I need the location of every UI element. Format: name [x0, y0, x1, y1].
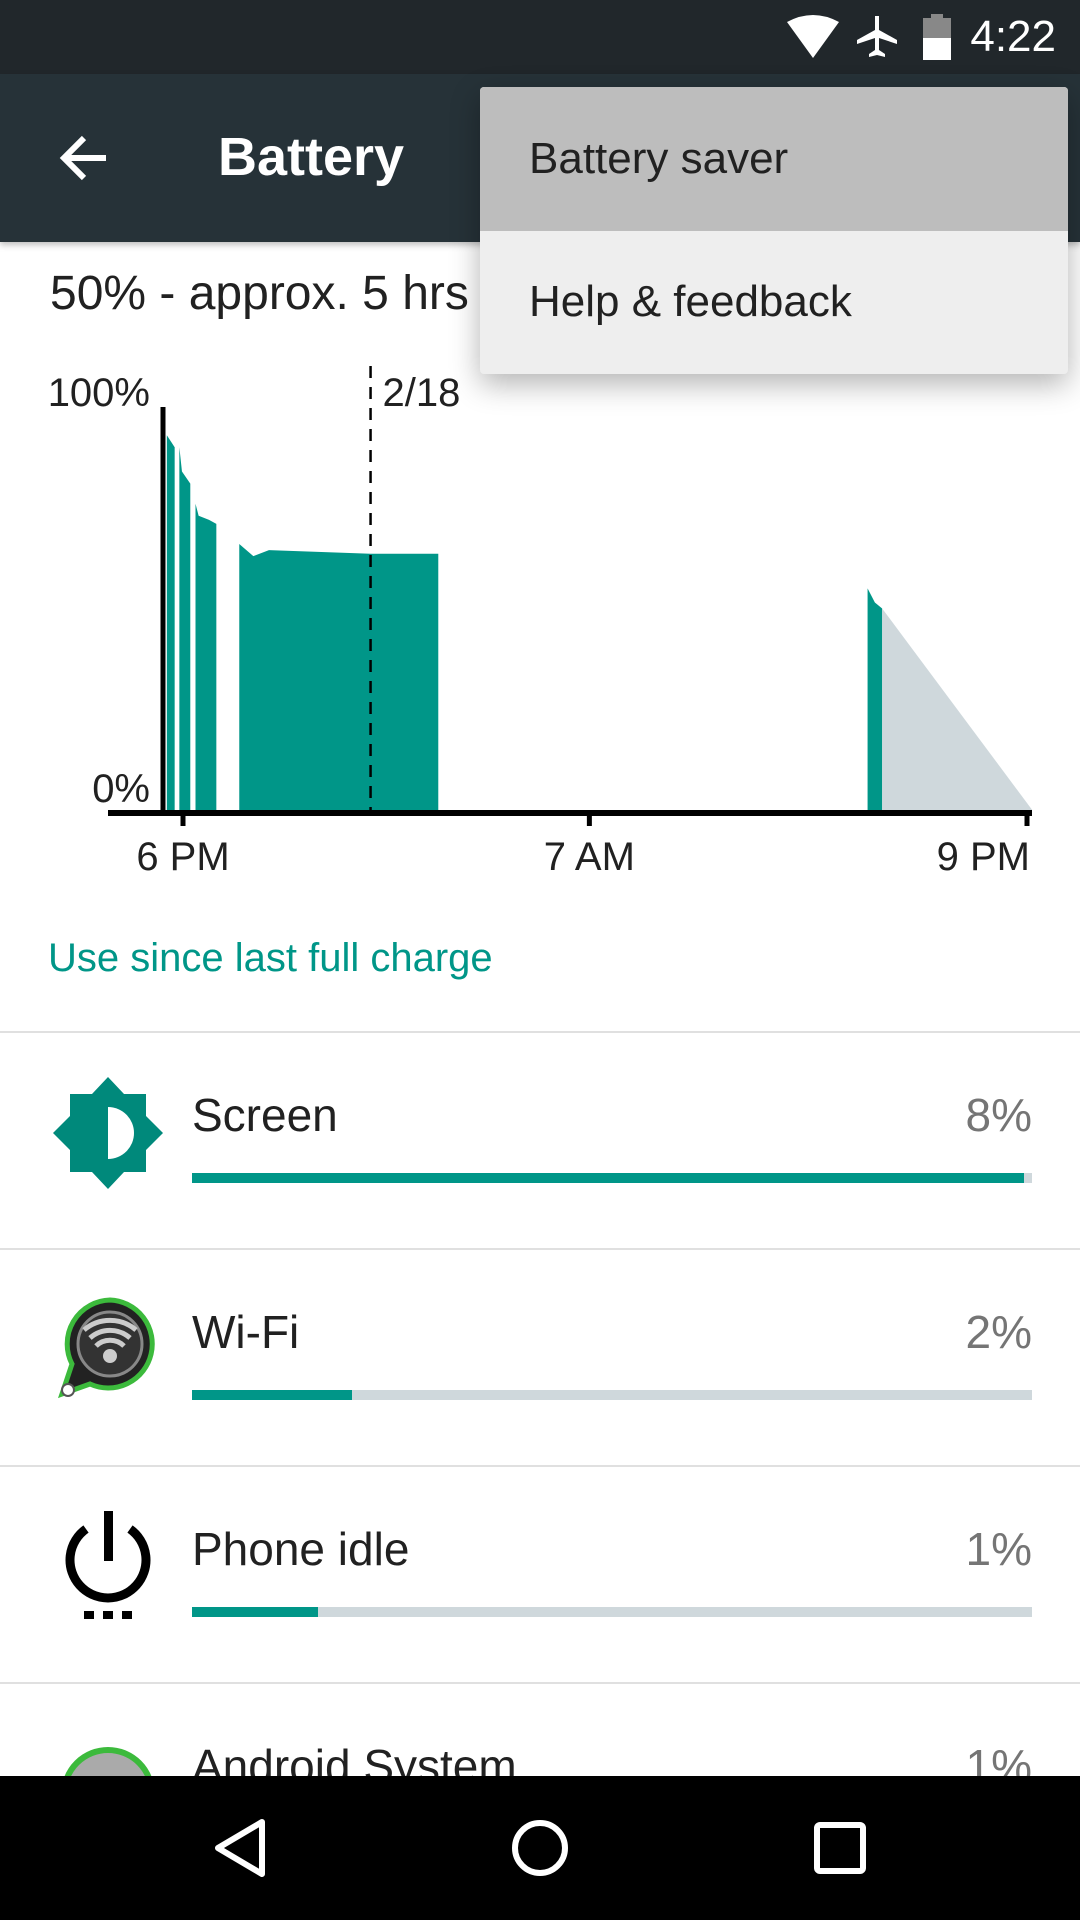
brightness-icon: [53, 1077, 163, 1189]
usage-name: Screen: [192, 1089, 338, 1141]
usage-bar: [192, 1390, 1032, 1400]
wifi-icon: [787, 15, 839, 58]
history-area-3: [239, 544, 439, 810]
usage-row-phone-idle[interactable]: Phone idle 1%: [0, 1467, 1080, 1684]
navigation-bar: [0, 1776, 1080, 1920]
recents-square-icon[interactable]: [812, 1820, 868, 1876]
y-tick-label-100: 100%: [48, 371, 150, 415]
airplane-icon: [857, 16, 897, 57]
history-area-1: [179, 447, 191, 810]
usage-bar: [192, 1173, 1032, 1183]
overflow-menu: Battery saver Help & feedback: [480, 87, 1068, 374]
history-area-0: [166, 435, 175, 810]
x-tick-label: 9 PM: [937, 835, 1030, 879]
power-icon: [65, 1511, 151, 1619]
x-tick-label: 6 PM: [136, 835, 229, 879]
usage-row-wifi[interactable]: Wi-Fi 2%: [0, 1250, 1080, 1467]
clock: 4:22: [970, 12, 1056, 61]
battery-half-icon: [923, 14, 951, 60]
usage-header: Use since last full charge: [48, 936, 493, 980]
menu-item-battery-saver[interactable]: Battery saver: [480, 87, 1068, 231]
wifi-app-icon: [58, 1297, 155, 1399]
menu-item-help-feedback[interactable]: Help & feedback: [480, 231, 1068, 375]
usage-bar-fill: [192, 1390, 352, 1400]
usage-bar-fill: [192, 1173, 1024, 1183]
usage-percent: 1%: [965, 1523, 1032, 1575]
arrow-back-icon[interactable]: [58, 132, 110, 184]
usage-bar-fill: [192, 1607, 318, 1617]
back-triangle-icon[interactable]: [212, 1818, 268, 1878]
x-tick-label: 7 AM: [544, 835, 635, 879]
usage-name: Wi-Fi: [192, 1306, 300, 1358]
battery-history-chart: 6 PM 7 AM 9 PM 2/18 100% 0%: [48, 366, 1033, 879]
usage-percent: 8%: [965, 1089, 1032, 1141]
home-circle-icon[interactable]: [510, 1818, 570, 1878]
status-bar: 4:22: [0, 0, 1080, 74]
date-marker-label: 2/18: [383, 371, 461, 415]
history-area-4: [867, 588, 883, 810]
usage-row-screen[interactable]: Screen 8%: [0, 1033, 1080, 1250]
prediction-area-5: [882, 608, 1033, 810]
y-tick-label-0: 0%: [92, 767, 150, 811]
usage-name: Phone idle: [192, 1523, 410, 1575]
usage-bar: [192, 1607, 1032, 1617]
page-title: Battery: [218, 127, 405, 187]
history-area-2: [195, 503, 217, 810]
battery-summary: 50% - approx. 5 hrs: [50, 267, 469, 320]
usage-percent: 2%: [965, 1306, 1032, 1358]
